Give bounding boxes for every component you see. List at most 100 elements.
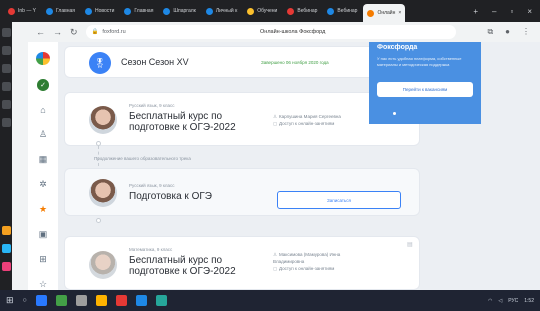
tab-label: Новости: [95, 8, 115, 14]
new-tab-icon[interactable]: +: [473, 7, 478, 16]
back-icon[interactable]: ←: [36, 27, 45, 37]
app-icon[interactable]: [1, 118, 11, 127]
browser-toolbar: ← → ↻ 🔒 foxford.ru Онлайн-школа Фоксфорд…: [0, 22, 540, 42]
tab-label: Личный к: [215, 8, 238, 14]
app-icon[interactable]: [1, 28, 11, 37]
tab-favicon: [8, 7, 15, 15]
app-icon[interactable]: [1, 82, 11, 91]
track-node: [96, 218, 101, 223]
vacancies-button[interactable]: Перейти к вакансиям: [377, 82, 473, 97]
season-status: Завершено 06 ноября 2020 года: [261, 60, 329, 65]
app-icon[interactable]: [35, 295, 47, 306]
app-icon[interactable]: [155, 295, 167, 306]
promo-text: У нас есть удобная платформа, собственны…: [377, 56, 462, 67]
tab-label: Главная: [134, 8, 154, 14]
grid-icon[interactable]: ⊞: [39, 254, 47, 265]
home-icon[interactable]: ⌂: [40, 105, 45, 115]
season-icon: 🎖: [89, 52, 111, 74]
volume-icon[interactable]: ◁: [498, 298, 502, 304]
address-bar[interactable]: 🔒 foxford.ru Онлайн-школа Фоксфорд: [85, 25, 456, 39]
status-icon: ✓: [37, 79, 49, 91]
season-title: Сезон Сезон XV: [121, 57, 189, 67]
tab[interactable]: Личный к: [202, 3, 241, 19]
course-title-line1: Бесплатный курс по: [129, 255, 223, 266]
course-meta: ♙ Карпушина Мария Сергеевна ▢ Доступ к онл…: [273, 113, 341, 127]
course-menu-icon[interactable]: ▤: [407, 241, 413, 248]
app-icon[interactable]: [1, 64, 11, 73]
tab[interactable]: Обучени: [243, 3, 281, 19]
tab[interactable]: Главная: [120, 3, 157, 19]
menu-icon[interactable]: ⋮: [522, 27, 530, 37]
tab[interactable]: Главная: [42, 3, 79, 19]
tab[interactable]: Вебинар: [283, 3, 321, 19]
window-controls: + – ▫ ×: [473, 7, 540, 16]
app-icon[interactable]: [75, 295, 87, 306]
app-icon[interactable]: [135, 295, 147, 306]
course-title-line1: Бесплатный курс по: [129, 111, 223, 122]
tab[interactable]: Inb — Y: [4, 3, 40, 19]
track-node: [96, 141, 101, 146]
tab-favicon: [163, 7, 171, 15]
access-text: Доступ к онлайн-занятиям: [279, 121, 335, 126]
address-text: foxford.ru: [102, 29, 126, 35]
tab[interactable]: Шпаргалк: [159, 3, 199, 19]
teacher-avatar: [89, 106, 117, 134]
reload-icon[interactable]: ↻: [70, 27, 78, 38]
promo-banner: Фоксфорда У нас есть удобная платформа, …: [369, 42, 481, 124]
course-title: Бесплатный курс по подготовке к ОГЭ-2022: [129, 111, 236, 133]
enroll-button[interactable]: Записаться: [277, 191, 401, 209]
app-icon[interactable]: [1, 46, 11, 55]
profile-icon[interactable]: ●: [505, 27, 510, 37]
tab[interactable]: Вебинар: [323, 3, 361, 19]
season-card[interactable]: 🎖 Сезон Сезон XV Завершено 06 ноября 202…: [64, 46, 420, 78]
course-title: Бесплатный курс по подготовке к ОГЭ-2022: [129, 255, 236, 277]
app-icon[interactable]: [1, 262, 11, 271]
forward-icon[interactable]: →: [53, 27, 62, 37]
calendar-icon[interactable]: ▣: [39, 229, 48, 240]
start-icon[interactable]: ⊞: [6, 295, 14, 306]
app-icon[interactable]: [1, 244, 11, 253]
close-window-icon[interactable]: ×: [527, 7, 532, 16]
maximize-icon[interactable]: ▫: [510, 7, 513, 16]
app-icon[interactable]: [115, 295, 127, 306]
tab-label: Обучени: [257, 8, 278, 14]
courses-icon[interactable]: ▦: [39, 154, 48, 165]
tab-label: Шпаргалк: [173, 8, 196, 14]
extension-icon[interactable]: ⧉: [487, 27, 493, 37]
app-icon[interactable]: [55, 295, 67, 306]
course-subject: Русский язык, 9 класс: [129, 103, 175, 108]
award-icon[interactable]: ★: [39, 204, 47, 215]
app-icon[interactable]: [1, 100, 11, 109]
site-sidebar: ✓ ⌂ ♙ ▦ ✲ ★ ▣ ⊞ ☆: [28, 42, 58, 290]
course-subject: Математика, 9 класс: [129, 247, 173, 252]
tab-label: Главная: [55, 8, 76, 14]
course-card[interactable]: Русский язык, 9 класс Бесплатный курс по…: [64, 92, 420, 146]
search-icon[interactable]: ○: [23, 297, 27, 304]
tab-favicon: [367, 9, 375, 17]
tab-label: Онлайн: [377, 10, 396, 16]
carousel-dot[interactable]: [393, 112, 396, 115]
language-indicator[interactable]: РУС: [508, 298, 518, 304]
tab[interactable]: Новости: [81, 3, 118, 19]
star-icon[interactable]: ☆: [39, 279, 47, 290]
user-icon[interactable]: ♙: [39, 129, 47, 140]
tab-label: Вебинар: [337, 8, 358, 14]
continue-label: Продолжение вашего образовательного трек…: [94, 156, 191, 161]
app-icon[interactable]: [1, 226, 11, 235]
clock[interactable]: 1:52: [524, 298, 534, 304]
close-tab-icon[interactable]: ×: [398, 10, 401, 16]
course-title-line2: подготовке к ОГЭ-2022: [129, 266, 236, 277]
app-icon[interactable]: [95, 295, 107, 306]
tab-active[interactable]: Онлайн ×: [363, 4, 406, 22]
screen: Inb — Y Главная Новости Главная Шпаргалк…: [0, 0, 540, 311]
course-card[interactable]: Математика, 9 класс Бесплатный курс по п…: [64, 236, 420, 290]
tab-favicon: [124, 7, 132, 15]
minimize-icon[interactable]: –: [492, 7, 496, 16]
foxford-logo[interactable]: [36, 52, 50, 66]
os-taskbar: ⊞ ○ ◠ ◁ РУС 1:52: [0, 290, 540, 311]
course-card[interactable]: Русский язык, 9 класс Подготовка к ОГЭ З…: [64, 168, 420, 216]
settings-icon[interactable]: ✲: [39, 179, 47, 190]
teacher-name: Карпушина Мария Сергеевна: [279, 114, 341, 119]
wifi-icon[interactable]: ◠: [488, 298, 492, 304]
teacher-avatar: [89, 251, 117, 279]
